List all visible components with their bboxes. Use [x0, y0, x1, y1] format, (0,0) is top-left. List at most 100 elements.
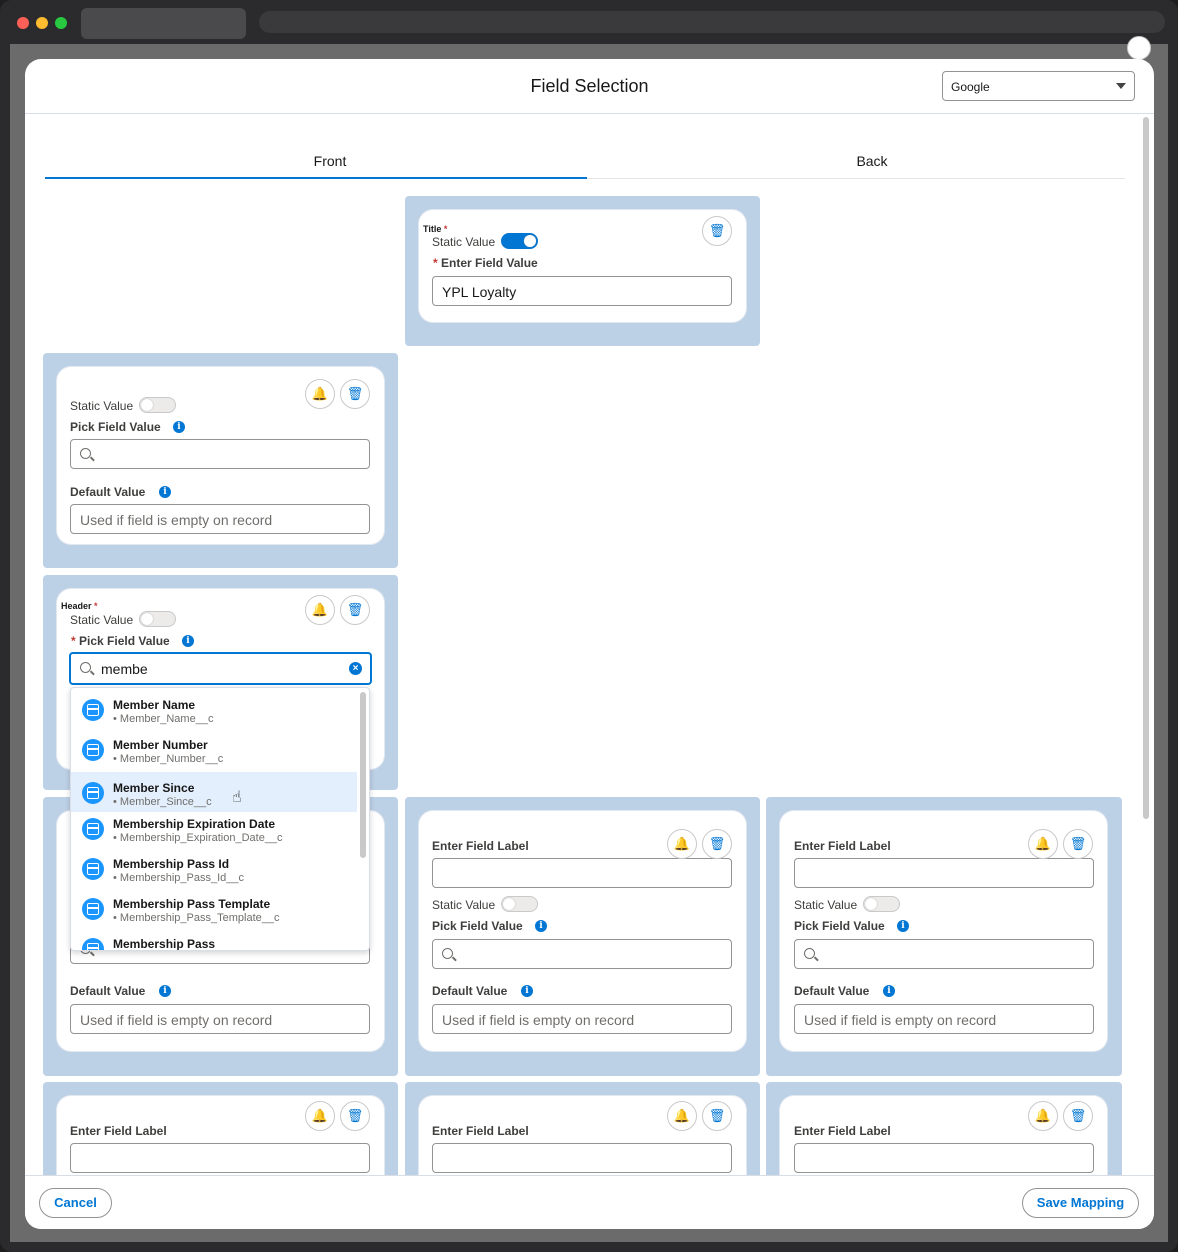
template-select[interactable]: Google [942, 71, 1135, 101]
pick-field-value-label: * Pick Field Value [71, 634, 170, 648]
default-value-label: Default Value [794, 984, 870, 998]
clear-icon[interactable]: × [349, 662, 362, 675]
title-card: Title * Static Value * Enter Field Value… [419, 210, 746, 322]
title-value-input[interactable]: YPL Loyalty [432, 276, 732, 306]
backdrop-close-button[interactable] [1127, 36, 1151, 60]
delete-button[interactable]: 🗑 [340, 595, 370, 625]
field-card-6: Enter Field Label 🔔 🗑 [57, 1096, 384, 1175]
notify-button[interactable]: 🔔 [305, 595, 335, 625]
list-item[interactable]: Membership Expiration Date • Membership_… [71, 808, 357, 848]
static-value-toggle[interactable] [501, 896, 538, 912]
pick-field-value-label: Pick Field Value [70, 420, 161, 434]
info-icon[interactable]: i [173, 421, 185, 433]
default-value-input[interactable]: Used if field is empty on record [794, 1004, 1094, 1034]
bell-icon: 🔔 [1034, 1108, 1052, 1123]
notify-button[interactable]: 🔔 [667, 1101, 697, 1131]
modal-scrollbar-thumb[interactable] [1143, 117, 1149, 819]
delete-button[interactable]: 🗑 [340, 1101, 370, 1131]
field-icon [82, 938, 104, 950]
tab-front[interactable]: Front [280, 153, 380, 169]
modal-header: Field Selection Google [25, 59, 1154, 114]
field-icon [82, 782, 104, 804]
field-card-1: Static Value Pick Field Value i Default … [57, 367, 384, 544]
field-label-input[interactable] [70, 1143, 370, 1173]
list-item[interactable]: Membership Pass Id • Membership_Pass_Id_… [71, 848, 357, 888]
default-value-label: Default Value [432, 984, 508, 998]
delete-button[interactable]: 🗑 [702, 216, 732, 246]
side-tabs: Front Back [45, 147, 1125, 179]
cancel-button[interactable]: Cancel [39, 1188, 112, 1218]
zoom-window-button[interactable] [55, 17, 67, 29]
info-icon[interactable]: i [159, 985, 171, 997]
info-icon[interactable]: i [535, 920, 547, 932]
notify-button[interactable]: 🔔 [305, 1101, 335, 1131]
enter-field-value-label: * Enter Field Value [433, 256, 538, 270]
info-icon[interactable]: i [897, 920, 909, 932]
trash-icon: 🗑 [1069, 836, 1087, 851]
static-value-toggle[interactable] [863, 896, 900, 912]
trash-icon: 🗑 [1069, 1108, 1087, 1123]
field-search-input[interactable] [794, 939, 1094, 969]
info-icon[interactable]: i [521, 985, 533, 997]
trash-icon: 🗑 [708, 223, 726, 238]
field-card-8: Enter Field Label 🔔 🗑 [780, 1096, 1107, 1175]
static-value-toggle[interactable] [139, 397, 176, 413]
field-search-input-active[interactable]: membe × [69, 652, 372, 685]
list-item[interactable]: Membership Pass Template • Membership_Pa… [71, 888, 357, 928]
bell-icon: 🔔 [311, 386, 329, 401]
field-label-input[interactable] [432, 858, 732, 888]
info-icon[interactable]: i [182, 635, 194, 647]
notify-button[interactable]: 🔔 [305, 379, 335, 409]
field-label-input[interactable] [794, 858, 1094, 888]
enter-field-label-label: Enter Field Label [70, 1124, 167, 1138]
delete-button[interactable]: 🗑 [702, 829, 732, 859]
default-value-input[interactable]: Used if field is empty on record [70, 504, 370, 534]
field-search-input[interactable] [70, 439, 370, 469]
info-icon[interactable]: i [159, 486, 171, 498]
notify-button[interactable]: 🔔 [1028, 829, 1058, 859]
field-icon [82, 699, 104, 721]
app-window: Field Selection Google Front Back Title … [0, 0, 1178, 1252]
info-icon[interactable]: i [883, 985, 895, 997]
trash-icon: 🗑 [708, 836, 726, 851]
trash-icon: 🗑 [346, 1108, 364, 1123]
chevron-down-icon [1116, 83, 1126, 89]
enter-field-label-label: Enter Field Label [432, 1124, 529, 1138]
list-item[interactable]: Member Number • Member_Number__c [71, 729, 357, 769]
field-card-4: Enter Field Label Static Value Pick Fiel… [419, 811, 746, 1051]
delete-button[interactable]: 🗑 [340, 379, 370, 409]
save-mapping-button[interactable]: Save Mapping [1022, 1188, 1139, 1218]
minimize-window-button[interactable] [36, 17, 48, 29]
list-item[interactable]: Member Name • Member_Name__c [71, 689, 357, 729]
delete-button[interactable]: 🗑 [1063, 1101, 1093, 1131]
notify-button[interactable]: 🔔 [1028, 1101, 1058, 1131]
delete-button[interactable]: 🗑 [1063, 829, 1093, 859]
tab-back[interactable]: Back [822, 153, 922, 169]
field-label-input[interactable] [432, 1143, 732, 1173]
notify-button[interactable]: 🔔 [667, 829, 697, 859]
static-value-label: Static Value [70, 613, 134, 627]
static-value-toggle[interactable] [139, 611, 176, 627]
field-search-input[interactable] [432, 939, 732, 969]
default-value-input[interactable]: Used if field is empty on record [432, 1004, 732, 1034]
default-value-input[interactable]: Used if field is empty on record [70, 1004, 370, 1034]
listbox-scrollbar[interactable] [360, 692, 366, 858]
pointer-cursor-icon: ☝ [232, 789, 242, 806]
header-label: Header * [61, 601, 98, 611]
list-item[interactable]: Membership Pass [71, 928, 357, 950]
pick-field-value-label: Pick Field Value [432, 919, 523, 933]
bell-icon: 🔔 [311, 1108, 329, 1123]
static-value-label: Static Value [70, 399, 134, 413]
list-item-highlighted[interactable]: Member Since • Member_Since__c [71, 772, 357, 812]
trash-icon: 🗑 [346, 386, 364, 401]
bell-icon: 🔔 [673, 836, 691, 851]
close-window-button[interactable] [17, 17, 29, 29]
delete-button[interactable]: 🗑 [702, 1101, 732, 1131]
static-value-label: Static Value [794, 898, 858, 912]
field-label-input[interactable] [794, 1143, 1094, 1173]
address-bar[interactable] [259, 11, 1165, 33]
browser-tab[interactable] [81, 8, 246, 39]
static-value-toggle[interactable] [501, 233, 538, 249]
search-icon [442, 948, 453, 959]
mapping-grid: Title * Static Value * Enter Field Value… [25, 179, 1140, 1175]
